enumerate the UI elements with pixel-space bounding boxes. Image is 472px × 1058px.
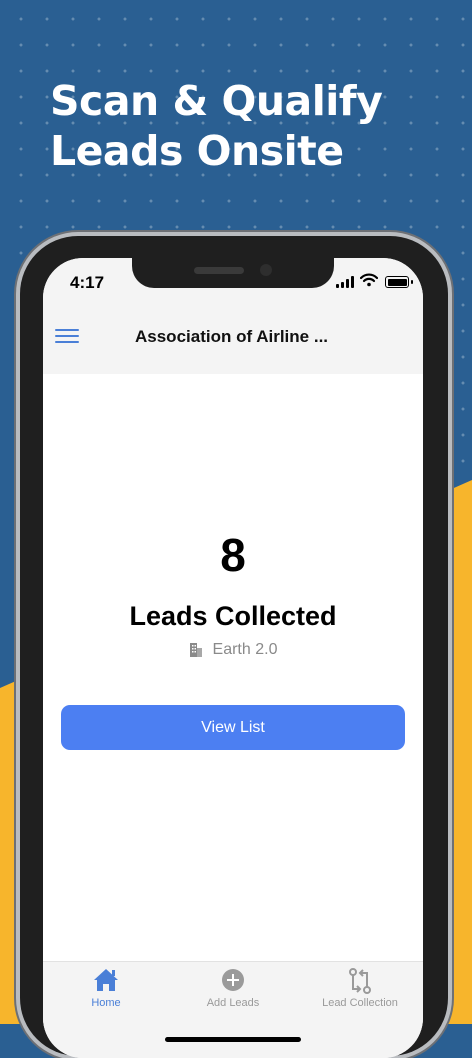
front-camera	[260, 264, 272, 276]
speaker-grille	[194, 267, 244, 274]
navigation-bar: Association of Airline ...	[43, 310, 423, 374]
tab-lead-collection-label: Lead Collection	[322, 997, 398, 1009]
sync-icon	[349, 968, 371, 994]
home-icon	[94, 969, 118, 991]
hamburger-menu-icon[interactable]	[55, 326, 79, 344]
promo-headline-line-2: Leads Onsite	[50, 127, 344, 175]
wifi-icon	[360, 273, 378, 287]
tab-add-leads[interactable]: Add Leads	[170, 962, 296, 1022]
view-list-button[interactable]: View List	[61, 705, 405, 750]
promo-headline-line-1: Scan & Qualify	[50, 77, 383, 125]
phone-notch	[132, 258, 334, 288]
nav-title: Association of Airline ...	[135, 327, 329, 346]
tab-lead-collection[interactable]: Lead Collection	[297, 962, 423, 1022]
tab-add-leads-label: Add Leads	[206, 997, 260, 1009]
leads-collected-label: Leads Collected	[129, 601, 337, 631]
event-name: Earth 2.0	[212, 641, 278, 658]
cellular-signal-icon	[336, 276, 354, 288]
phone-screen: 4:17 Association of Airline ... 8 Leads …	[43, 258, 423, 1058]
event-info: Earth 2.0	[43, 641, 423, 659]
building-icon	[189, 643, 202, 657]
tab-home-label: Home	[91, 997, 121, 1009]
tab-bar: Home Add Leads Lead Collection	[43, 961, 423, 1058]
phone-frame: 4:17 Association of Airline ... 8 Leads …	[20, 236, 448, 1058]
home-indicator	[165, 1037, 301, 1042]
plus-circle-icon	[222, 969, 244, 991]
leads-count: 8	[220, 529, 246, 581]
promo-headline: Scan & Qualify Leads Onsite	[50, 76, 383, 176]
tab-home[interactable]: Home	[43, 962, 169, 1022]
status-time: 4:17	[70, 273, 105, 292]
battery-icon	[385, 276, 413, 288]
